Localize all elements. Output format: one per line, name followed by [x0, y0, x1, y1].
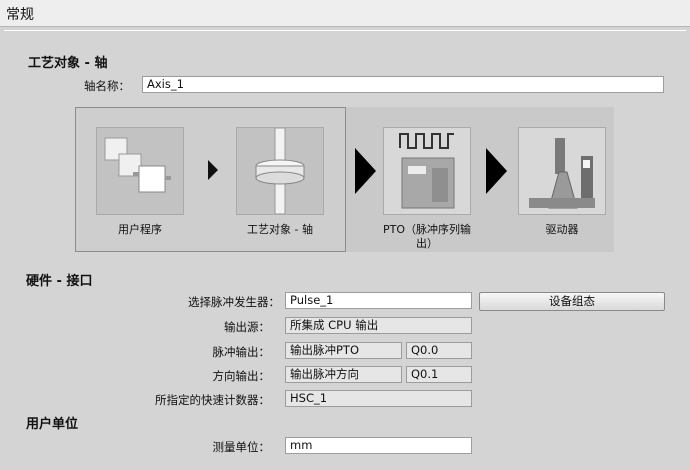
output-source-label: 输出源： [224, 320, 270, 334]
drive-image [518, 127, 606, 215]
output-source-field: 所集成 CPU 输出 [285, 317, 472, 334]
window-title: 常规 [6, 7, 34, 23]
tech-object-caption: 工艺对象 - 轴 [247, 223, 313, 236]
pto-caption-line2: 出） [416, 237, 438, 250]
axis-section-heading: 工艺对象 - 轴 [28, 56, 108, 71]
direction-output-field: 输出脉冲方向 [285, 366, 402, 383]
pulse-output-field: 输出脉冲PTO [285, 342, 402, 359]
measurement-unit-select[interactable]: mm [285, 437, 472, 454]
direction-output-address: Q0.1 [406, 366, 472, 383]
tech-object-image [236, 127, 324, 215]
hardware-section-heading: 硬件 - 接口 [26, 274, 93, 289]
device-config-button[interactable]: 设备组态 [479, 292, 665, 311]
measurement-unit-label: 测量单位： [212, 440, 271, 454]
hsc-counter-label: 所指定的快速计数器： [155, 393, 270, 407]
pulse-output-label: 脉冲输出： [212, 345, 271, 359]
axis-name-label: 轴名称： [84, 79, 130, 93]
axis-name-input[interactable]: Axis_1 [142, 76, 664, 93]
user-program-image [96, 127, 184, 215]
pulse-generator-select[interactable]: Pulse_1 [285, 292, 472, 309]
drive-caption: 驱动器 [545, 223, 579, 236]
flow-arrow-large-2 [486, 148, 507, 194]
pulse-train-icon [399, 133, 455, 209]
pto-image [383, 127, 471, 215]
flow-arrow-small [208, 160, 218, 180]
hsc-counter-field: HSC_1 [285, 390, 472, 407]
pulse-output-address: Q0.0 [406, 342, 472, 359]
pulse-generator-label: 选择脉冲发生器： [188, 295, 280, 309]
direction-output-label: 方向输出： [212, 369, 271, 383]
title-bar: 常规 [0, 0, 690, 27]
user-program-caption: 用户程序 [118, 223, 162, 236]
flow-arrow-large-1 [355, 148, 376, 194]
drive-icon [529, 138, 595, 209]
axis-cylinder-icon [255, 127, 305, 215]
user-program-icon [104, 137, 171, 193]
units-section-heading: 用户单位 [26, 417, 79, 432]
